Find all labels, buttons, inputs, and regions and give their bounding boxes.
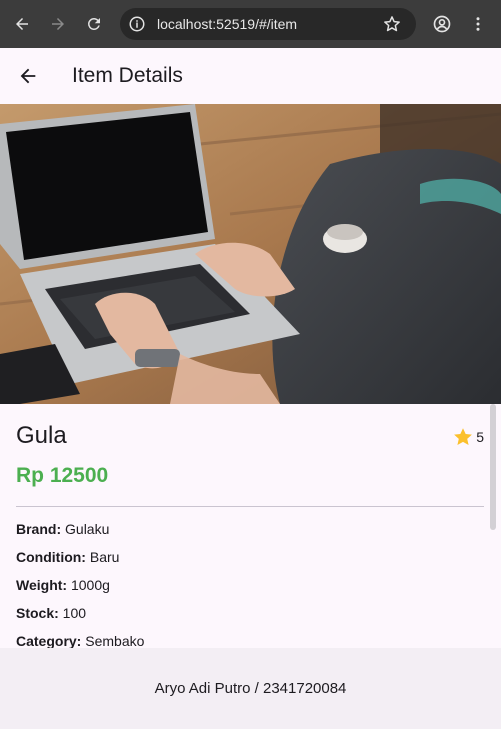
arrow-back-icon[interactable] bbox=[14, 62, 42, 90]
attribute-brand: Brand: Gulaku bbox=[16, 521, 109, 537]
item-image bbox=[0, 104, 501, 404]
app-bar: Item Details bbox=[0, 48, 501, 104]
attribute-label: Brand: bbox=[16, 521, 62, 537]
item-price: Rp 12500 bbox=[16, 464, 109, 487]
address-bar[interactable]: localhost:52519/#/item bbox=[120, 8, 416, 40]
attribute-stock: Stock: 100 bbox=[16, 605, 86, 621]
attribute-condition: Condition: Baru bbox=[16, 549, 119, 565]
star-icon bbox=[454, 428, 473, 445]
footer: Aryo Adi Putro / 2341720084 bbox=[0, 648, 501, 729]
attribute-category: Category: Sembako bbox=[16, 633, 144, 648]
divider bbox=[16, 506, 484, 507]
scrollbar[interactable] bbox=[490, 404, 496, 530]
attribute-value: Baru bbox=[85, 549, 120, 565]
reload-icon[interactable] bbox=[82, 12, 106, 36]
attribute-label: Stock: bbox=[16, 605, 59, 621]
item-details: Gula 5 Rp 12500 Brand: Gulaku Condition:… bbox=[0, 404, 501, 648]
more-vert-icon[interactable] bbox=[466, 12, 490, 36]
item-rating: 5 bbox=[452, 426, 484, 448]
footer-text: Aryo Adi Putro / 2341720084 bbox=[154, 680, 347, 697]
attribute-label: Condition: bbox=[16, 549, 86, 565]
attribute-value: Gulaku bbox=[61, 521, 110, 537]
forward-arrow-icon[interactable] bbox=[46, 12, 70, 36]
rating-value: 5 bbox=[476, 429, 484, 445]
info-icon[interactable] bbox=[128, 15, 146, 33]
url-text[interactable]: localhost:52519/#/item bbox=[157, 8, 297, 40]
attribute-label: Weight: bbox=[16, 577, 68, 593]
attribute-weight: Weight: 1000g bbox=[16, 577, 110, 593]
attribute-value: 100 bbox=[58, 605, 87, 621]
attribute-label: Category: bbox=[16, 633, 82, 648]
page-title: Item Details bbox=[72, 64, 183, 87]
attribute-value: Sembako bbox=[81, 633, 145, 648]
bookmark-star-icon[interactable] bbox=[382, 14, 402, 34]
account-icon[interactable] bbox=[430, 12, 454, 36]
attribute-value: 1000g bbox=[67, 577, 110, 593]
back-arrow-icon[interactable] bbox=[10, 12, 34, 36]
browser-toolbar: localhost:52519/#/item bbox=[0, 0, 501, 48]
item-name: Gula bbox=[16, 422, 67, 449]
